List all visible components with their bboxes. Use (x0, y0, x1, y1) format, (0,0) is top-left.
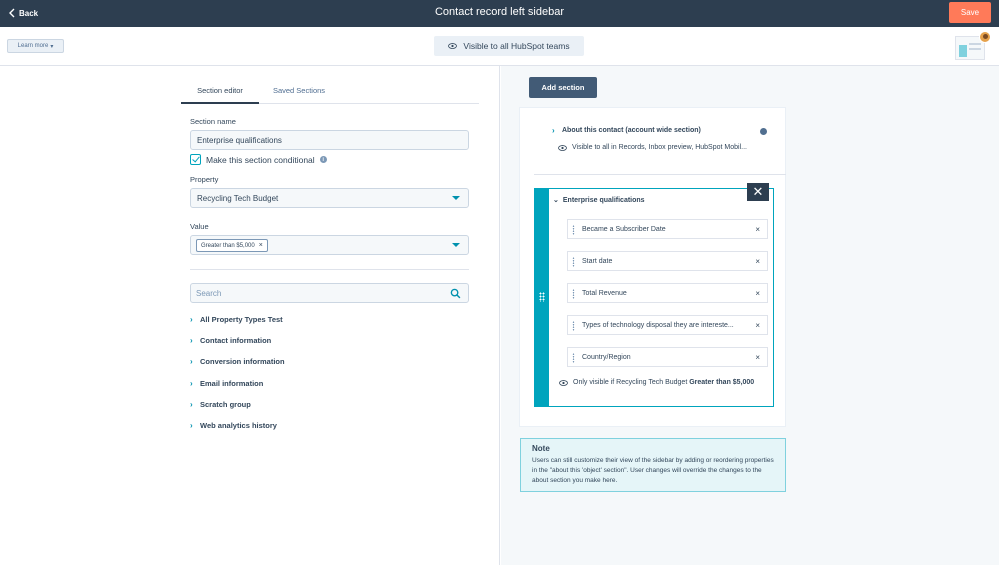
chevron-right-icon: › (190, 336, 193, 346)
property-group-item[interactable]: › Web analytics history (190, 415, 285, 436)
grip-icon (539, 292, 545, 302)
note-body: Users can still customize their view of … (532, 457, 774, 484)
property-group-label: All Property Types Test (200, 315, 283, 325)
drag-grip-icon[interactable] (572, 321, 575, 331)
page-title: Contact record left sidebar (434, 6, 564, 18)
caret-down-icon (452, 196, 460, 200)
drag-grip-icon[interactable] (572, 353, 575, 363)
caret-down-icon (452, 243, 460, 247)
sidebar-preview-card: › About this contact (account wide secti… (519, 107, 786, 427)
property-group-label: Contact information (200, 336, 272, 346)
property-name: Types of technology disposal they are in… (582, 321, 734, 329)
chevron-right-icon: › (190, 378, 193, 388)
remove-tag-icon[interactable]: × (259, 242, 263, 249)
eye-icon (448, 43, 458, 49)
property-group-item[interactable]: › All Property Types Test (190, 309, 285, 330)
drag-grip-icon[interactable] (572, 225, 575, 235)
remove-icon[interactable]: × (755, 257, 760, 266)
property-name: Start date (582, 257, 613, 265)
about-section-title: About this contact (account wide section… (562, 127, 701, 134)
caret-down-icon: ▾ (50, 43, 54, 50)
conditional-row: Make this section conditional i (190, 154, 327, 165)
property-group-label: Web analytics history (200, 421, 277, 431)
property-group-label: Conversion information (200, 357, 285, 367)
divider (190, 269, 469, 270)
search-placeholder: Search (196, 288, 222, 298)
visibility-button[interactable]: Visible to all HubSpot teams (434, 36, 584, 56)
preview-panel: Add section › About this contact (accoun… (501, 66, 999, 565)
section-title: Enterprise qualifications (562, 196, 645, 204)
property-row[interactable]: Country/Region × (567, 347, 768, 367)
drag-handle[interactable] (535, 189, 549, 406)
property-group-item[interactable]: › Conversion information (190, 351, 285, 372)
about-visibility-text: Visible to all in Records, Inbox preview… (572, 144, 747, 151)
property-row[interactable]: Types of technology disposal they are in… (567, 315, 768, 335)
avatar[interactable] (979, 31, 991, 43)
section-name-input[interactable]: Enterprise qualifications (190, 130, 469, 150)
about-section-header[interactable]: › About this contact (account wide secti… (552, 126, 701, 135)
save-button[interactable]: Save (949, 2, 991, 23)
learn-more-dropdown[interactable]: Learn more ▾ (7, 39, 64, 53)
condition-note: Only visible if Recycling Tech Budget Gr… (559, 377, 773, 389)
property-select-value: Recycling Tech Budget (197, 193, 279, 203)
note-box: Note Users can still customize their vie… (520, 438, 786, 492)
property-group-item[interactable]: › Contact information (190, 330, 285, 351)
about-section-visibility: Visible to all in Records, Inbox preview… (558, 144, 747, 151)
eye-icon (559, 380, 568, 386)
globe-icon (760, 128, 767, 135)
value-tag-label: Greater than $5,000 (201, 242, 255, 249)
chevron-right-icon: › (190, 357, 193, 367)
section-header[interactable]: ⌄ Enterprise qualifications (553, 196, 645, 205)
property-group-label: Email information (200, 378, 264, 388)
value-tag: Greater than $5,000 × (196, 239, 268, 252)
tab-saved-sections[interactable]: Saved Sections (259, 84, 339, 104)
eye-icon (558, 144, 567, 151)
add-section-button[interactable]: Add section (529, 77, 597, 98)
property-group-item[interactable]: › Email information (190, 373, 285, 394)
visibility-label: Visible to all HubSpot teams (463, 41, 570, 51)
drag-grip-icon[interactable] (572, 289, 575, 299)
remove-icon[interactable]: × (755, 321, 760, 330)
note-title: Note (532, 444, 550, 453)
section-name-label: Section name (190, 117, 236, 126)
property-row[interactable]: Start date × (567, 251, 768, 271)
search-icon[interactable] (450, 288, 461, 299)
drag-grip-icon[interactable] (572, 257, 575, 267)
property-row[interactable]: Total Revenue × (567, 283, 768, 303)
conditional-label: Make this section conditional (206, 154, 315, 165)
property-select[interactable]: Recycling Tech Budget (190, 188, 469, 208)
divider (534, 174, 786, 175)
property-group-item[interactable]: › Scratch group (190, 394, 285, 415)
remove-icon[interactable]: × (755, 225, 760, 234)
property-name: Total Revenue (582, 289, 627, 297)
chevron-right-icon: › (552, 126, 555, 135)
top-bar: Back Contact record left sidebar Save (0, 0, 999, 27)
property-name: Became a Subscriber Date (582, 225, 666, 233)
property-group-label: Scratch group (200, 399, 251, 409)
chevron-right-icon: › (190, 399, 193, 409)
search-input[interactable]: Search (190, 283, 469, 303)
chevron-down-icon: ⌄ (553, 197, 559, 204)
property-name: Country/Region (582, 353, 631, 361)
property-group-list: › All Property Types Test › Contact inform… (190, 309, 285, 436)
editor-panel: Section editor Saved Sections Section na… (0, 66, 500, 565)
chevron-right-icon: › (190, 315, 193, 325)
property-label: Property (190, 175, 219, 184)
tab-section-editor[interactable]: Section editor (181, 84, 259, 104)
value-select[interactable]: Greater than $5,000 × (190, 235, 469, 255)
property-row[interactable]: Became a Subscriber Date × (567, 219, 768, 239)
condition-text: Only visible if Recycling Tech Budget (573, 379, 688, 386)
remove-icon[interactable]: × (755, 353, 760, 362)
value-label: Value (190, 222, 209, 231)
close-icon[interactable]: ✕ (747, 183, 769, 201)
learn-more-label: Learn more (17, 43, 49, 49)
condition-value: Greater than $5,000 (689, 379, 755, 386)
secondary-bar: Learn more ▾ Visible to all HubSpot team… (0, 27, 999, 66)
remove-icon[interactable]: × (755, 289, 760, 298)
tab-bar: Section editor Saved Sections (181, 82, 479, 104)
chevron-right-icon: › (190, 421, 193, 431)
selected-section[interactable]: ✕ ⌄ Enterprise qualifications Became a S… (534, 183, 774, 407)
conditional-checkbox[interactable] (190, 154, 201, 165)
info-icon[interactable]: i (319, 156, 327, 163)
